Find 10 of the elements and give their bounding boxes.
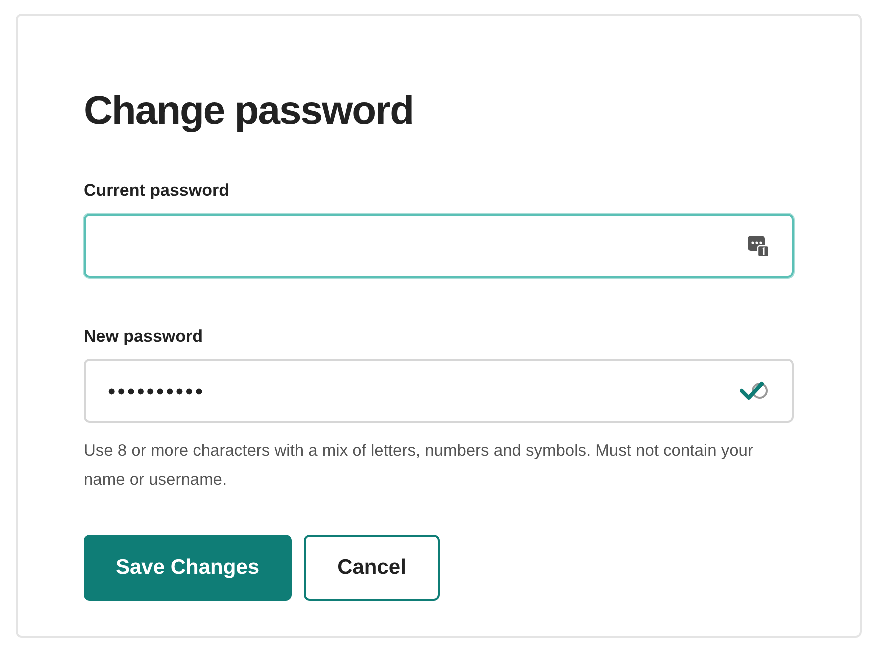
- field-label: New password: [84, 326, 204, 348]
- page-title: Change password: [84, 88, 415, 135]
- password-manager-icon[interactable]: [748, 234, 770, 258]
- password-hint: Use 8 or more characters with a mix of letters, numbers and symbols. Must not contain your name or username.: [84, 441, 754, 491]
- password-field[interactable]: ••••••••••: [84, 359, 794, 423]
- cancel-button[interactable]: Cancel: [304, 535, 440, 601]
- field-label: Current password: [84, 180, 230, 202]
- password-field[interactable]: [84, 214, 794, 278]
- save-button[interactable]: Save Changes: [84, 535, 292, 601]
- check-icon: [740, 379, 770, 403]
